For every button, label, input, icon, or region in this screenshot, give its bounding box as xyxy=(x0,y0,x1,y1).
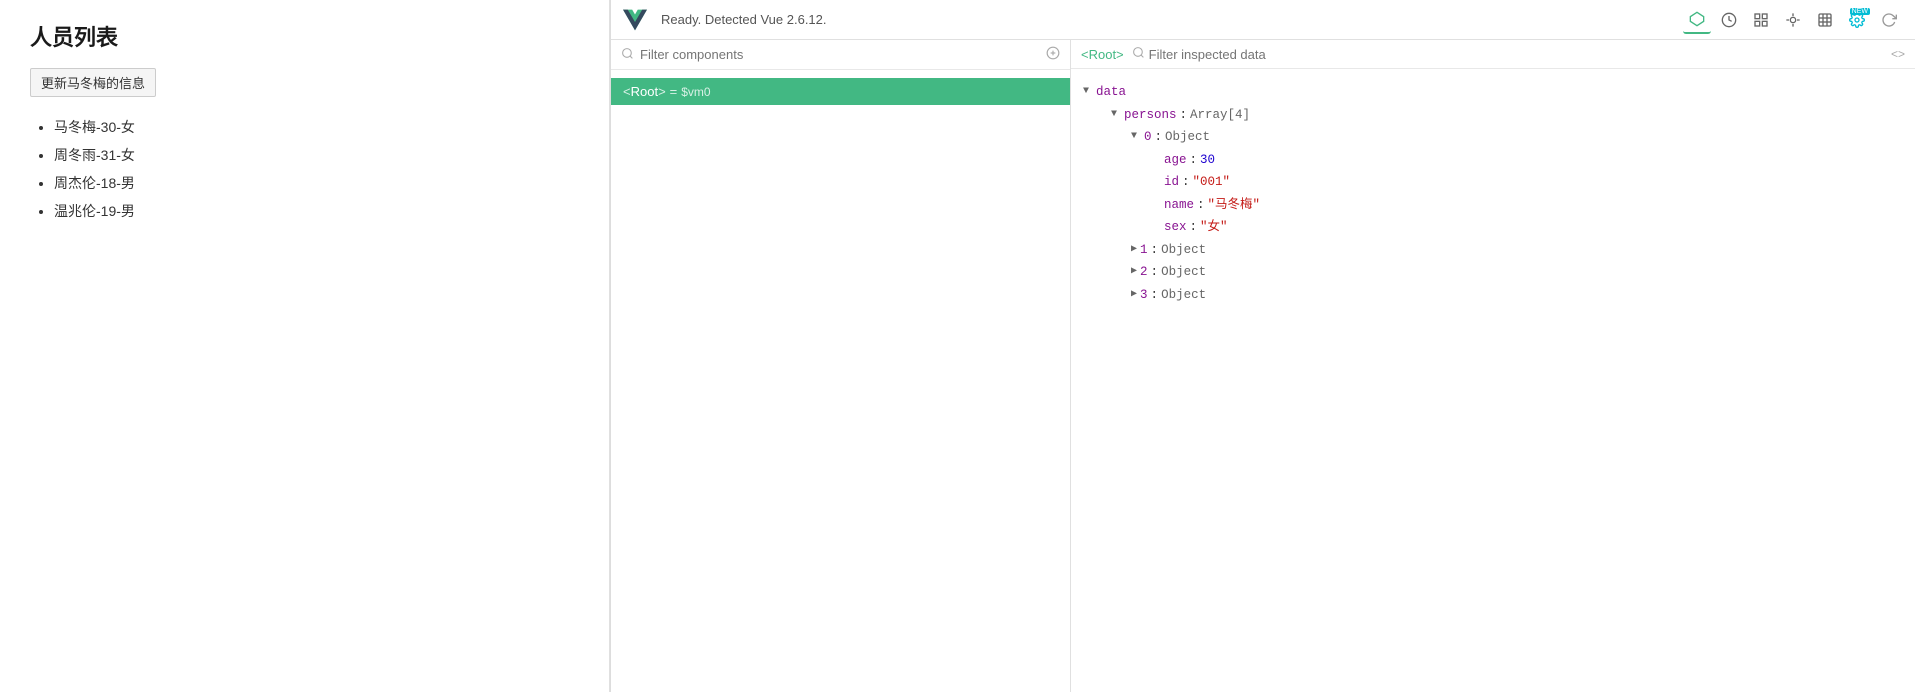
list-item: 周冬雨-31-女 xyxy=(54,141,579,169)
devtools-status: Ready. Detected Vue 2.6.12. xyxy=(661,12,1675,27)
persons-row: ▼ persons : Array[4] xyxy=(1083,104,1903,127)
object-1-row: ▶ 1 : Object xyxy=(1083,239,1903,262)
age-row: age : 30 xyxy=(1083,149,1903,172)
router-icon-btn[interactable] xyxy=(1779,6,1807,34)
inspector-filter-input[interactable] xyxy=(1149,47,1883,62)
component-item-root[interactable]: < Root > = $vm0 xyxy=(611,78,1070,105)
store-icon-btn[interactable] xyxy=(1811,6,1839,34)
grid-icon-btn[interactable] xyxy=(1747,6,1775,34)
data-section-toggle[interactable]: ▼ xyxy=(1083,83,1093,101)
app-panel: 人员列表 更新马冬梅的信息 马冬梅-30-女 周冬雨-31-女 周杰伦-18-男… xyxy=(0,0,610,692)
data-header-row: ▼ data xyxy=(1083,81,1903,104)
data-section: ▼ data ▼ persons : Array[4] ▼ 0 : xyxy=(1071,77,1915,310)
inspector-header: <Root> <> xyxy=(1071,40,1915,69)
inspector-search xyxy=(1132,46,1883,62)
object-0-toggle[interactable]: ▼ xyxy=(1131,128,1141,146)
object-0-row: ▼ 0 : Object xyxy=(1083,126,1903,149)
list-item: 温兆伦-19-男 xyxy=(54,197,579,225)
component-search-bar xyxy=(611,40,1070,70)
update-button[interactable]: 更新马冬梅的信息 xyxy=(30,68,156,97)
object-3-row: ▶ 3 : Object xyxy=(1083,284,1903,307)
name-row: name : "马冬梅" xyxy=(1083,194,1903,217)
settings-icon-btn[interactable] xyxy=(1843,6,1871,34)
devtools-icons xyxy=(1683,6,1903,34)
inspector-panel: <Root> <> ▼ data xyxy=(1071,40,1915,692)
breadcrumb-root: <Root> xyxy=(1081,47,1124,62)
breadcrumb: <Root> xyxy=(1081,47,1124,62)
object-2-toggle[interactable]: ▶ xyxy=(1131,263,1137,281)
devtools-panel: Ready. Detected Vue 2.6.12. xyxy=(610,0,1915,692)
component-tree: < Root > = $vm0 xyxy=(611,70,1070,692)
component-search-input[interactable] xyxy=(640,47,1040,62)
vue-logo xyxy=(623,8,647,32)
inspector-content: ▼ data ▼ persons : Array[4] ▼ 0 : xyxy=(1071,69,1915,692)
devtools-topbar: Ready. Detected Vue 2.6.12. xyxy=(611,0,1915,40)
components-icon-btn[interactable] xyxy=(1683,6,1711,34)
component-search-options-icon[interactable] xyxy=(1046,46,1060,63)
id-row: id : "001" xyxy=(1083,171,1903,194)
list-item: 周杰伦-18-男 xyxy=(54,169,579,197)
inspector-search-icon xyxy=(1132,46,1145,62)
sex-row: sex : "女" xyxy=(1083,216,1903,239)
refresh-icon-btn[interactable] xyxy=(1875,6,1903,34)
timeline-icon-btn[interactable] xyxy=(1715,6,1743,34)
object-3-toggle[interactable]: ▶ xyxy=(1131,286,1137,304)
object-1-toggle[interactable]: ▶ xyxy=(1131,241,1137,259)
devtools-body: < Root > = $vm0 <Root> xyxy=(611,40,1915,692)
component-search-icon xyxy=(621,47,634,63)
object-2-row: ▶ 2 : Object xyxy=(1083,261,1903,284)
app-title: 人员列表 xyxy=(30,20,579,52)
inspector-code-icon[interactable]: <> xyxy=(1891,47,1905,61)
person-list: 马冬梅-30-女 周冬雨-31-女 周杰伦-18-男 温兆伦-19-男 xyxy=(30,113,579,225)
persons-toggle[interactable]: ▼ xyxy=(1111,106,1121,124)
list-item: 马冬梅-30-女 xyxy=(54,113,579,141)
component-panel: < Root > = $vm0 xyxy=(611,40,1071,692)
